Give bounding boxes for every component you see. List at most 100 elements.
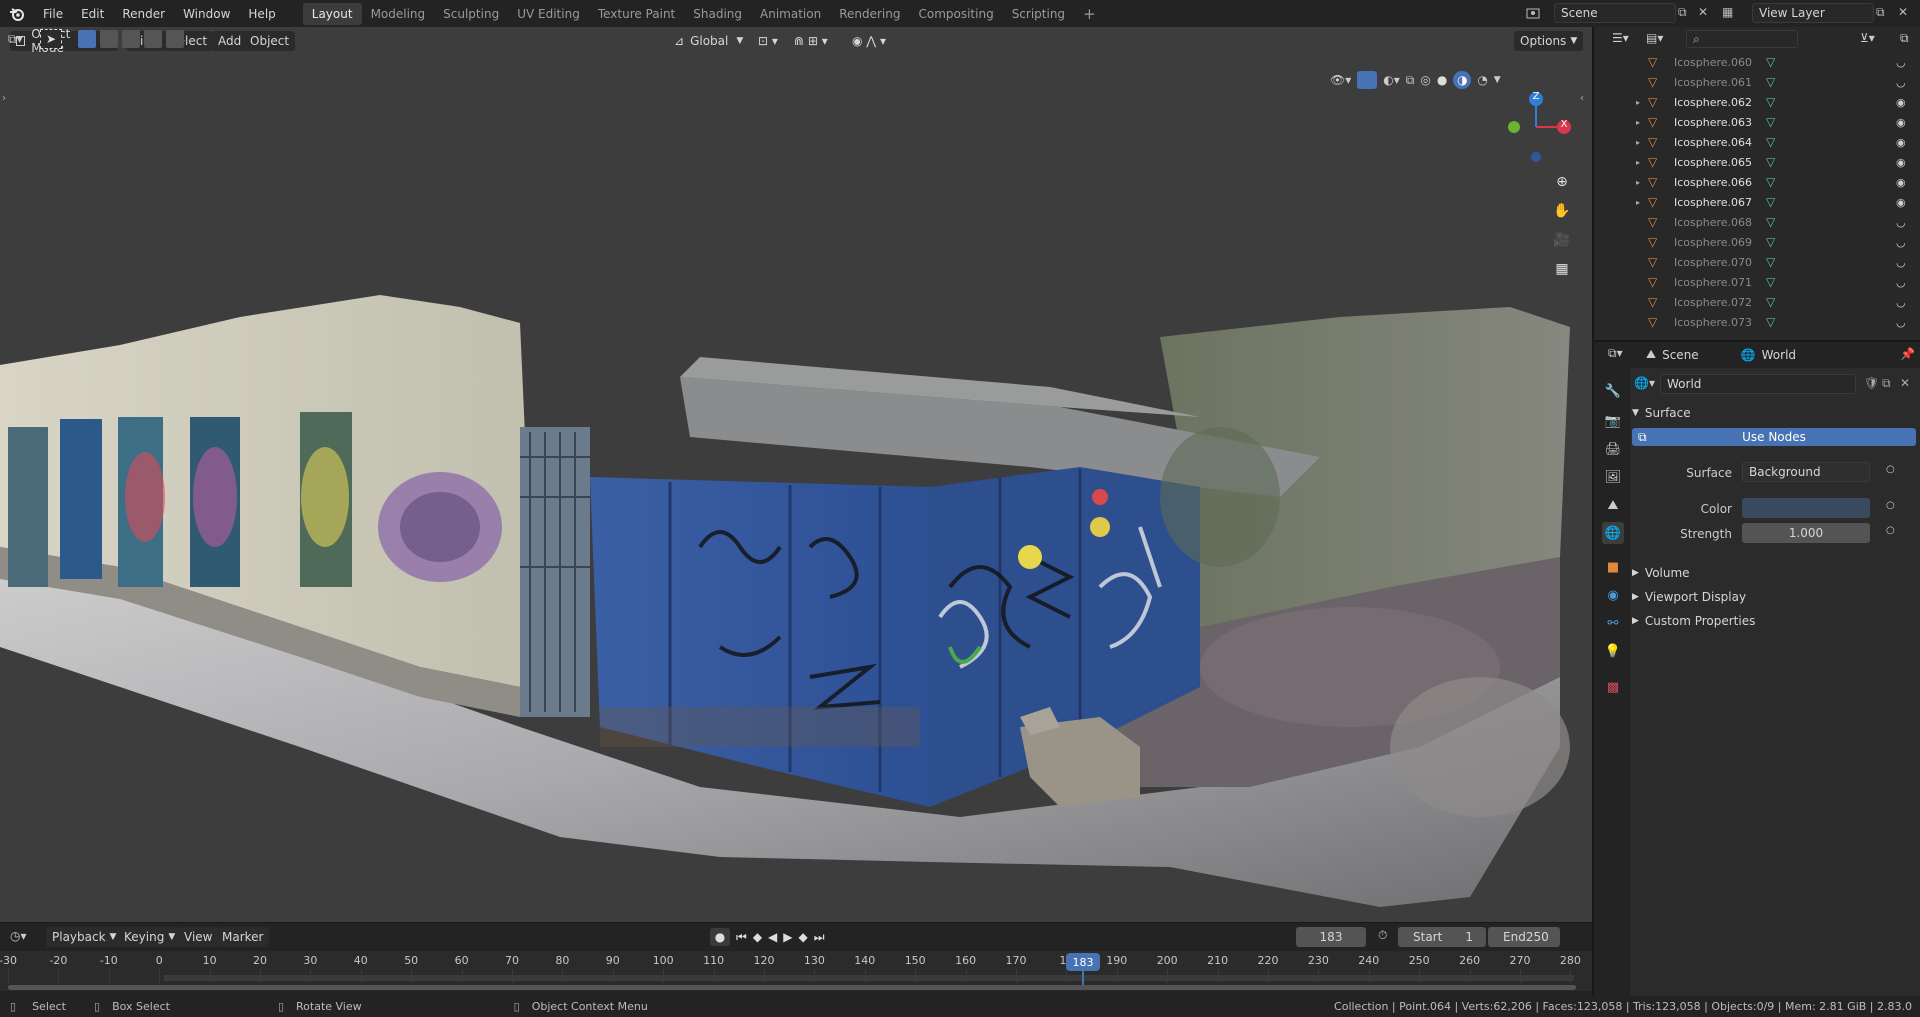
transform-orientation-dropdown[interactable]: ⊿ Global ▼ (668, 31, 749, 51)
shading-solid-icon[interactable]: ● (1437, 73, 1447, 87)
tab-shading[interactable]: Shading (684, 3, 751, 25)
tab-compositing[interactable]: Compositing (909, 3, 1002, 25)
select-new-icon[interactable] (78, 30, 96, 48)
timeline-playback-menu[interactable]: Playback ▼ (46, 927, 123, 947)
outliner-item-name[interactable]: Icosphere.064 (1674, 136, 1752, 149)
sidebar-toggle-icon[interactable]: ‹ (1580, 93, 1584, 104)
timeline-editor-icon[interactable]: ◷▾ (10, 929, 27, 943)
scene-close-icon[interactable]: ✕ (1698, 5, 1708, 19)
menu-file[interactable]: File (34, 3, 72, 25)
fake-user-icon[interactable]: 🛡 (1864, 376, 1879, 390)
color-swatch[interactable] (1742, 498, 1870, 518)
playhead-frame-label[interactable]: 183 (1066, 953, 1100, 971)
expand-right-icon[interactable]: ▸ (1636, 118, 1640, 127)
view-layer-icon[interactable]: ▦ (1722, 5, 1733, 19)
zoom-icon[interactable]: ⊕ (1550, 170, 1574, 194)
pivot-point-icon[interactable]: ⊡ ▾ (752, 31, 784, 51)
texture-tab-icon[interactable]: ▩ (1602, 676, 1624, 698)
strength-dot-icon[interactable]: ○ (1886, 525, 1895, 536)
blender-logo-icon[interactable] (0, 0, 34, 27)
outliner-row[interactable]: ▽ Icosphere.070 ▽ ◡ (1594, 252, 1920, 272)
data-tab-icon[interactable]: 💡 (1602, 640, 1624, 662)
add-workspace-icon[interactable]: + (1074, 3, 1105, 25)
eye-open-icon[interactable]: ◉ (1896, 96, 1906, 109)
outliner-item-name[interactable]: Icosphere.061 (1674, 76, 1752, 89)
properties-editor-icon[interactable]: ⧉▾ (1608, 346, 1623, 361)
shading-material-icon[interactable]: ◑ (1453, 71, 1472, 89)
outliner-item-name[interactable]: Icosphere.068 (1674, 216, 1752, 229)
start-frame-field[interactable]: Start 1 (1398, 927, 1486, 947)
outliner-editor-icon[interactable]: ☰▾ (1612, 31, 1629, 45)
outliner-row[interactable]: ▽ Icosphere.071 ▽ ◡ (1594, 272, 1920, 292)
scene-name-field[interactable]: Scene (1554, 3, 1676, 23)
tab-layout[interactable]: Layout (302, 2, 362, 25)
view-layer-new-icon[interactable]: ⧉ (1876, 5, 1885, 20)
view-layer-field[interactable]: View Layer (1752, 3, 1874, 23)
outliner-item-name[interactable]: Icosphere.067 (1674, 196, 1752, 209)
select-intersect-icon[interactable] (166, 30, 184, 48)
select-tool-icon[interactable]: ➤ (40, 29, 62, 49)
xray-icon[interactable]: ⧉ (1406, 73, 1415, 88)
filter-icon[interactable]: ⊻▾ (1860, 31, 1875, 45)
render-tab-icon[interactable]: 📷 (1602, 410, 1624, 432)
timeline-ruler[interactable]: -30 -20 -10 0 10 20 30 40 50 60 70 80 90 100 110 120 130… (0, 951, 1592, 991)
shading-wireframe-icon[interactable]: ◎ (1420, 73, 1430, 87)
eye-closed-icon[interactable]: ◡ (1896, 76, 1906, 89)
hand-pan-icon[interactable]: ✋ (1550, 199, 1574, 223)
object-tab-icon[interactable]: ■ (1602, 556, 1624, 578)
expand-right-icon[interactable]: ▸ (1636, 198, 1640, 207)
expand-right-icon[interactable]: ▸ (1636, 178, 1640, 187)
jump-start-icon[interactable]: ⏮ (736, 930, 747, 945)
select-extend-icon[interactable] (100, 30, 118, 48)
outliner-row[interactable]: ▸ ▽ Icosphere.065 ▽ ◉ (1594, 152, 1920, 172)
strength-field[interactable]: 1.000 (1742, 523, 1870, 543)
tab-modeling[interactable]: Modeling (362, 3, 435, 25)
expand-right-icon[interactable]: ▸ (1636, 138, 1640, 147)
color-dot-icon[interactable]: ○ (1886, 500, 1895, 511)
world-new-icon[interactable]: ⧉ (1882, 376, 1891, 391)
outliner-item-name[interactable]: Icosphere.062 (1674, 96, 1752, 109)
next-keyframe-icon[interactable]: ◆ (799, 930, 808, 944)
outliner-item-name[interactable]: Icosphere.069 (1674, 236, 1752, 249)
eye-open-icon[interactable]: ◉ (1896, 136, 1906, 149)
eye-open-icon[interactable]: ◉ (1896, 176, 1906, 189)
tab-animation[interactable]: Animation (751, 3, 830, 25)
surface-shader-field[interactable]: Background (1742, 462, 1870, 482)
eye-closed-icon[interactable]: ◡ (1896, 296, 1906, 309)
eye-closed-icon[interactable]: ◡ (1896, 236, 1906, 249)
options-dropdown[interactable]: Options ▼ (1514, 31, 1584, 51)
prev-keyframe-icon[interactable]: ◆ (753, 930, 762, 944)
record-icon[interactable]: ● (710, 928, 730, 946)
pin-icon[interactable]: 📌 (1900, 347, 1915, 361)
menu-help[interactable]: Help (239, 3, 284, 25)
current-frame-field[interactable]: 183 (1296, 927, 1366, 947)
jump-end-icon[interactable]: ⏭ (814, 930, 825, 945)
surface-dot-icon[interactable]: ○ (1886, 464, 1895, 475)
outliner-item-name[interactable]: Icosphere.071 (1674, 276, 1752, 289)
scene-tab-icon[interactable]: ⛰ (1602, 494, 1624, 516)
outliner-row[interactable]: ▽ Icosphere.073 ▽ ◡ (1594, 312, 1920, 332)
viewport-menu-object[interactable]: Object (244, 31, 296, 51)
outliner-item-name[interactable]: Icosphere.063 (1674, 116, 1752, 129)
outliner-row[interactable]: ▸ ▽ Icosphere.066 ▽ ◉ (1594, 172, 1920, 192)
stopwatch-icon[interactable]: ⏱ (1378, 928, 1387, 943)
camera-icon[interactable]: 🎥 (1550, 228, 1574, 252)
eye-open-icon[interactable]: ◉ (1896, 156, 1906, 169)
outliner-row[interactable]: ▸ ▽ Icosphere.063 ▽ ◉ (1594, 112, 1920, 132)
select-subtract-icon[interactable] (122, 30, 140, 48)
eye-closed-icon[interactable]: ◡ (1896, 216, 1906, 229)
timeline[interactable]: ◷▾ Playback ▼ Keying ▼ View Marker ● ⏮ ◆ ◀… (0, 922, 1592, 996)
world-name-field[interactable]: World (1660, 374, 1856, 394)
menu-window[interactable]: Window (174, 3, 239, 25)
visibility-icon[interactable]: 👁▾ (1330, 73, 1351, 87)
expand-right-icon[interactable]: ▸ (1636, 158, 1640, 167)
outliner-item-name[interactable]: Icosphere.072 (1674, 296, 1752, 309)
tab-uv-editing[interactable]: UV Editing (508, 3, 589, 25)
custom-properties-panel-header[interactable]: ▶ Custom Properties (1632, 610, 1755, 632)
outliner-row[interactable]: ▽ Icosphere.068 ▽ ◡ (1594, 212, 1920, 232)
tool-tab-icon[interactable]: 🔧 (1602, 380, 1624, 402)
eye-closed-icon[interactable]: ◡ (1896, 316, 1906, 329)
navigation-gizmo[interactable]: Z X (1498, 77, 1578, 167)
display-mode-icon[interactable]: ▤▾ (1646, 31, 1663, 45)
surface-panel-header[interactable]: ▼ Surface (1632, 402, 1916, 424)
